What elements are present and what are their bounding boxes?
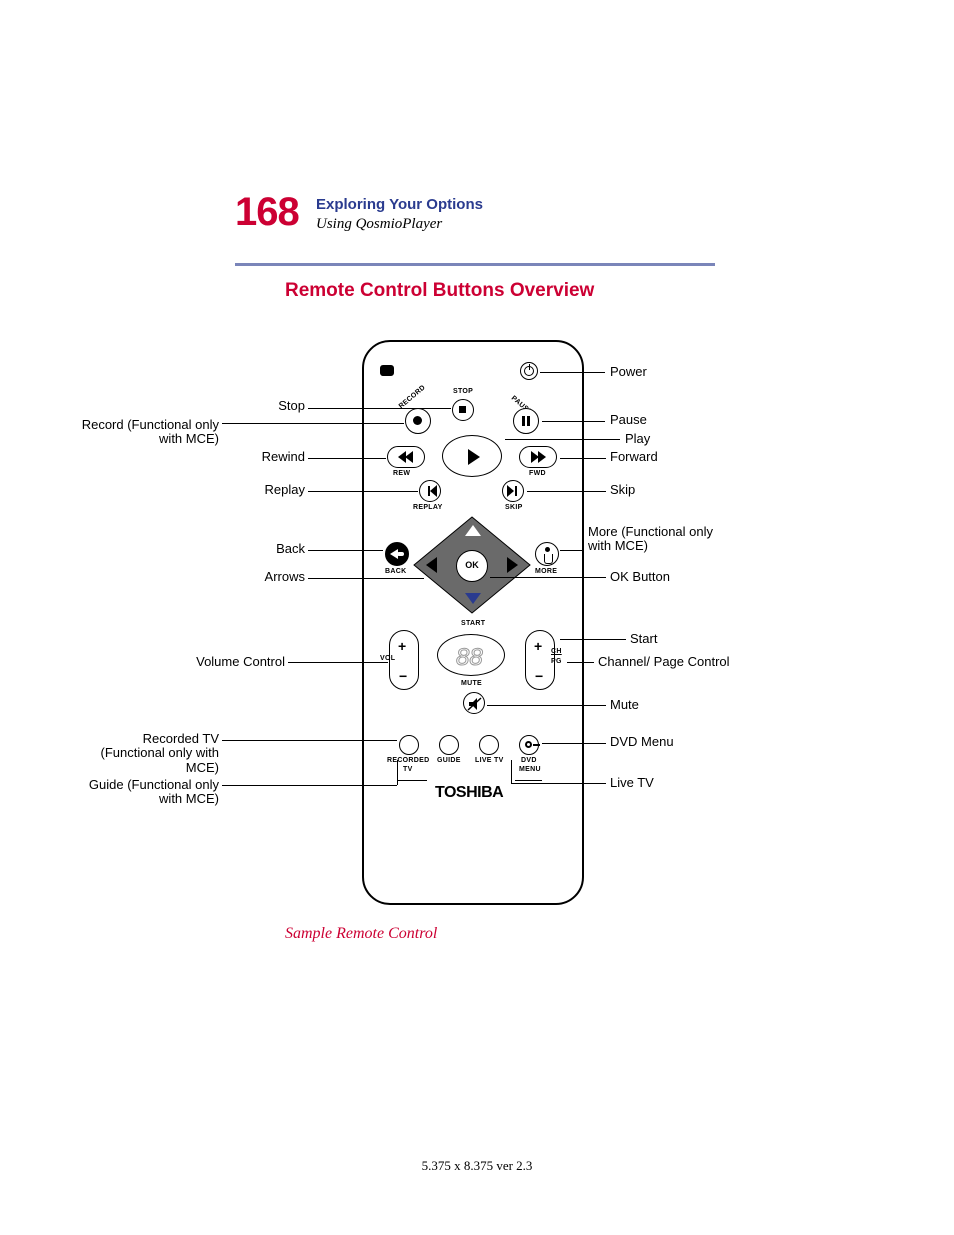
power-button [520,362,538,380]
rewind-button [387,446,425,468]
callout-live-tv: Live TV [610,776,750,790]
play-button [442,435,502,477]
remote-diagram: STOP RECORD PAUSE REW FWD [215,320,735,910]
callout-record: Record (Functional only with MCE) [79,418,219,447]
svg-text:88: 88 [456,644,483,671]
rew-btn-lbl: REW [393,470,410,477]
page-number: 168 [235,190,299,235]
callout-rewind: Rewind [165,450,305,464]
ok-btn-lbl: OK [457,560,487,570]
callout-skip: Skip [610,483,750,497]
guide-button [439,735,459,755]
callout-forward: Forward [610,450,750,464]
callout-play: Play [625,432,765,446]
manual-page: 168 Exploring Your Options Using QosmioP… [0,0,954,1235]
ch-minus-icon: − [535,668,543,684]
skip-button [502,480,524,502]
back-button [385,542,409,566]
dvd-menu-button [519,735,539,755]
recorded-tv-button [399,735,419,755]
live-tv-button [479,735,499,755]
recorded-tv-lbl1: RECORDED [387,757,429,764]
callout-channel: Channel/ Page Control [598,655,738,669]
recorded-tv-lbl2: TV [403,766,413,773]
figure-caption: Sample Remote Control [285,925,437,943]
dvd-lbl2: MENU [519,766,541,773]
start-display: 88 [437,634,505,676]
callout-mute: Mute [610,698,750,712]
replay-button [419,480,441,502]
fwd-btn-lbl: FWD [529,470,546,477]
forward-button [519,446,557,468]
replay-btn-lbl: REPLAY [413,504,443,511]
guide-btn-lbl: GUIDE [437,757,461,764]
mute-btn-lbl: MUTE [461,680,482,687]
callout-ok: OK Button [610,570,750,584]
callout-back: Back [165,542,305,556]
ir-window [380,365,394,376]
more-button [535,542,559,566]
pg-btn-lbl: PG [551,658,562,665]
vol-minus-icon: − [399,668,407,684]
ok-button: OK [456,550,488,582]
stop-btn-lbl: STOP [453,388,473,395]
callout-more: More (Functional only with MCE) [588,525,728,554]
back-btn-lbl: BACK [385,568,406,575]
callout-dvd-menu: DVD Menu [610,735,750,749]
callout-pause: Pause [610,413,750,427]
callout-start: Start [630,632,770,646]
mute-button [463,692,485,714]
sub-heading: Remote Control Buttons Overview [285,280,594,302]
dvd-lbl1: DVD [521,757,537,764]
header-rule [235,263,715,266]
brand-label: TOSHIBA [435,784,503,802]
section-title: Using QosmioPlayer [316,216,442,233]
page-footer: 5.375 x 8.375 ver 2.3 [0,1158,954,1174]
callout-volume: Volume Control [145,655,285,669]
callout-replay: Replay [165,483,305,497]
more-btn-lbl: MORE [535,568,557,575]
record-button [405,408,431,434]
skip-btn-lbl: SKIP [505,504,523,511]
callout-arrows: Arrows [165,570,305,584]
ch-plus-icon: + [534,638,542,654]
ch-btn-lbl: CH [551,648,562,655]
start-btn-lbl: START [461,620,485,627]
callout-guide: Guide (Functional only with MCE) [79,778,219,807]
nav-diamond-group: OK [412,515,532,615]
callout-stop: Stop [165,399,305,413]
vol-btn-lbl: VOL [380,655,395,662]
chapter-title: Exploring Your Options [316,196,483,213]
stop-button [452,399,474,421]
callout-power: Power [610,365,750,379]
callout-recorded-tv: Recorded TV (Functional only with MCE) [79,732,219,775]
livetv-btn-lbl: LIVE TV [475,757,504,764]
vol-plus-icon: + [398,638,406,654]
pause-button [513,408,539,434]
